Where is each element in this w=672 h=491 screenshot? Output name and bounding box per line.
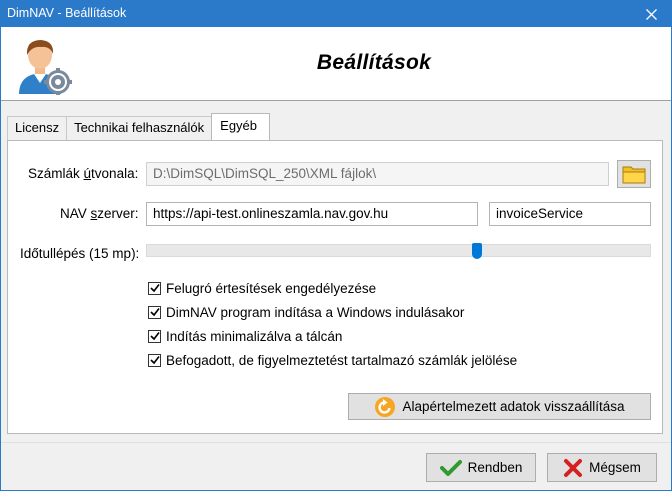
nav-service-input[interactable]: invoiceService (489, 202, 651, 226)
checkbox-box[interactable] (148, 353, 161, 367)
cancel-x-icon (563, 458, 583, 478)
checkbox-label: DimNAV program indítása a Windows indulá… (166, 304, 465, 320)
checkmark-icon (439, 459, 462, 477)
header-banner: Beállítások (1, 27, 671, 101)
window-title: DimNAV - Beállítások (7, 6, 127, 20)
checkmark-icon (149, 332, 160, 341)
tab-other[interactable]: Egyéb (211, 113, 271, 140)
browse-folder-button[interactable] (617, 160, 651, 188)
settings-window: DimNAV - Beállítások Beállítások Licensz… (0, 0, 672, 491)
checkbox-mark-warned-invoices[interactable]: Befogadott, de figyelmeztetést tartalmaz… (148, 351, 517, 369)
nav-server-label: NAV szerver: (60, 206, 139, 221)
tab-panel-other: Számlák útvonala: D:\DimSQL\DimSQL_250\X… (7, 140, 663, 434)
tab-strip: Licensz Technikai felhasználók Egyéb (7, 113, 271, 141)
checkbox-box[interactable] (148, 305, 161, 319)
footer-divider (1, 442, 671, 443)
checkbox-label: Felugró értesítések engedélyezése (166, 280, 377, 296)
timeout-label: Időtullépés (15 mp): (20, 246, 140, 261)
checkbox-enable-notifications[interactable]: Felugró értesítések engedélyezése (148, 279, 376, 297)
checkbox-start-minimized[interactable]: Indítás minimalizálva a tálcán (148, 327, 342, 345)
tab-licensz[interactable]: Licensz (7, 116, 68, 140)
checkbox-box[interactable] (148, 281, 161, 295)
nav-server-url-input[interactable]: https://api-test.onlineszamla.nav.gov.hu (146, 202, 478, 226)
checkbox-start-with-windows[interactable]: DimNAV program indítása a Windows indulá… (148, 303, 464, 321)
page-title: Beállítások (316, 51, 432, 74)
tab-technical-users[interactable]: Technikai felhasználók (66, 116, 213, 140)
invoice-path-label: Számlák útvonala: (28, 166, 139, 181)
cancel-button[interactable]: Mégsem (547, 453, 657, 482)
ok-button[interactable]: Rendben (426, 453, 536, 482)
checkmark-icon (149, 356, 160, 365)
timeout-slider-thumb[interactable] (472, 243, 482, 259)
checkmark-icon (149, 284, 160, 293)
title-bar[interactable]: DimNAV - Beállítások (1, 1, 671, 27)
close-icon (645, 8, 657, 20)
cancel-button-label: Mégsem (589, 460, 641, 475)
undo-icon (374, 396, 396, 418)
timeout-slider[interactable] (146, 243, 651, 259)
folder-icon (622, 166, 646, 184)
invoice-path-field[interactable]: D:\DimSQL\DimSQL_250\XML fájlok\ (146, 162, 609, 186)
close-button[interactable] (631, 1, 671, 27)
reset-defaults-button[interactable]: Alapértelmezett adatok visszaállítása (348, 393, 651, 420)
checkbox-label: Indítás minimalizálva a tálcán (166, 328, 343, 344)
checkmark-icon (149, 308, 160, 317)
ok-button-label: Rendben (467, 460, 523, 475)
checkbox-label: Befogadott, de figyelmeztetést tartalmaz… (166, 352, 518, 368)
checkbox-box[interactable] (148, 329, 161, 343)
reset-button-label: Alapértelmezett adatok visszaállítása (402, 399, 625, 414)
